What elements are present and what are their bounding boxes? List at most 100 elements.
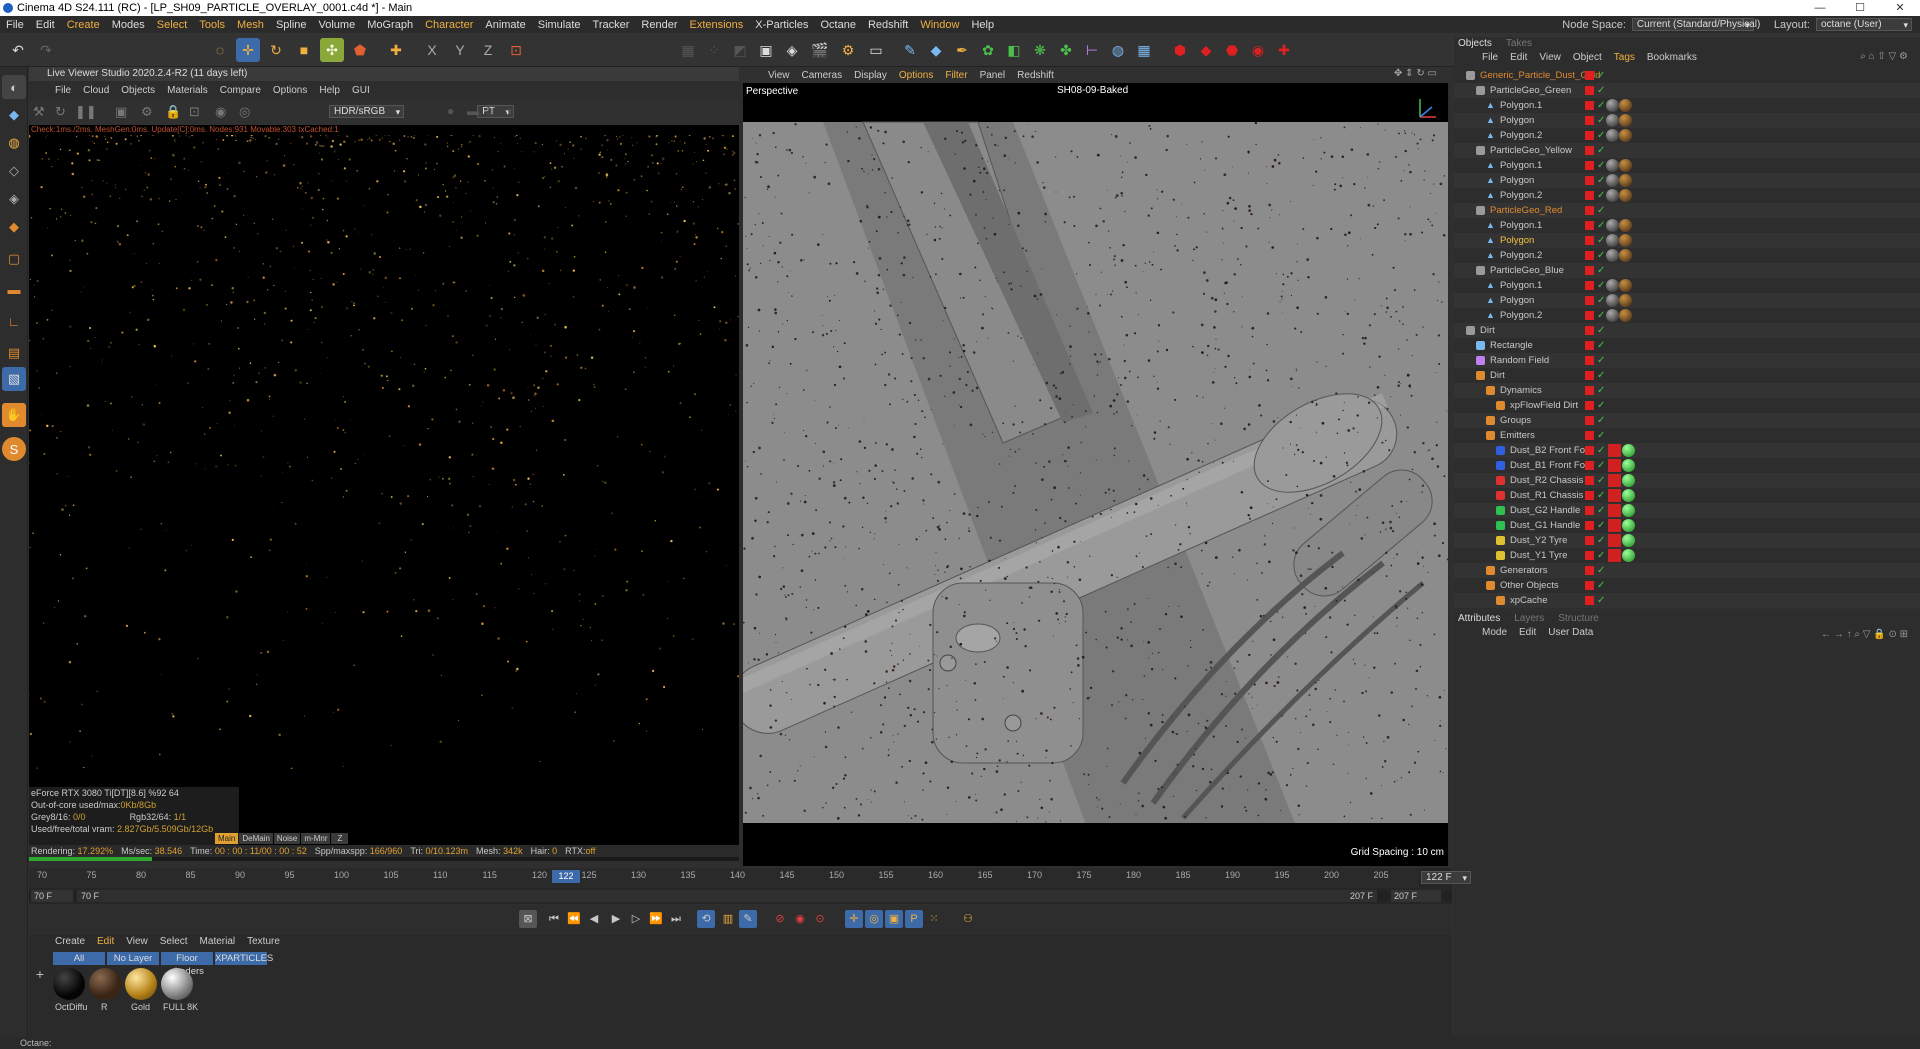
enabled-check-icon[interactable]: ✓ [1597, 458, 1605, 473]
vp-menu-filter[interactable]: Filter [939, 70, 973, 81]
menu-help[interactable]: Help [965, 19, 1000, 31]
enabled-check-icon[interactable]: ✓ [1597, 473, 1605, 488]
model-mode-icon[interactable]: ◆ [2, 103, 26, 127]
enabled-check-icon[interactable]: ✓ [1597, 563, 1605, 578]
layer-color-icon[interactable] [1585, 101, 1594, 110]
material-tag-icon[interactable] [1606, 249, 1619, 262]
object-tree-row[interactable]: xpCache ✓ [1454, 593, 1920, 608]
xp-tag-icon[interactable] [1608, 549, 1621, 562]
layer-color-icon[interactable] [1585, 521, 1594, 530]
xp-tag-icon[interactable] [1608, 474, 1621, 487]
model-mode-icon[interactable]: ▦ [676, 38, 700, 62]
next-frame-icon[interactable]: ▷ [627, 910, 645, 928]
menu-simulate[interactable]: Simulate [532, 19, 587, 31]
vp-menu-options[interactable]: Options [893, 70, 939, 81]
layer-color-icon[interactable] [1585, 566, 1594, 575]
tab-attributes[interactable]: Attributes [1458, 612, 1500, 625]
enabled-check-icon[interactable]: ✓ [1597, 338, 1605, 353]
enabled-check-icon[interactable]: ✓ [1597, 443, 1605, 458]
polygons-mode-icon[interactable]: ◆ [2, 215, 26, 239]
object-tree-row[interactable]: ParticleGeo_Blue ✓ [1454, 263, 1920, 278]
enabled-check-icon[interactable]: ✓ [1597, 143, 1605, 158]
layer-color-icon[interactable] [1585, 416, 1594, 425]
deformer-icon[interactable]: ⊢ [1080, 38, 1104, 62]
keyframe-icon[interactable]: ⊠ [519, 910, 537, 928]
make-editable-icon[interactable]: ◐ [2, 75, 26, 99]
material-tag-icon[interactable] [1619, 219, 1632, 232]
lv-menu-compare[interactable]: Compare [214, 85, 267, 96]
mat-menu-material[interactable]: Material [194, 936, 242, 947]
record-active-objects-icon[interactable]: ⊘ [771, 910, 789, 928]
object-tree-row[interactable]: ▲ Polygon.2 ✓ [1454, 128, 1920, 143]
material-tag-icon[interactable] [1619, 174, 1632, 187]
tab-takes[interactable]: Takes [1506, 37, 1532, 50]
aov-tab-z[interactable]: Z [331, 833, 349, 844]
points-mode-icon[interactable]: ⁘ [702, 38, 726, 62]
material-tag-icon[interactable] [1619, 309, 1632, 322]
object-tree-row[interactable]: ▲ Polygon ✓ [1454, 113, 1920, 128]
pause-render-icon[interactable]: ❚❚ [75, 104, 97, 120]
layer-color-icon[interactable] [1585, 401, 1594, 410]
enabled-check-icon[interactable]: ✓ [1597, 383, 1605, 398]
obj-menu-edit[interactable]: Edit [1504, 52, 1533, 63]
layer-color-icon[interactable] [1585, 146, 1594, 155]
lv-menu-objects[interactable]: Objects [115, 85, 161, 96]
obj-search-icon[interactable]: ⌕ ⌂ ⇧ ▽ ⚙ [1854, 51, 1914, 62]
coordinate-system-icon[interactable]: ✚ [384, 38, 408, 62]
lv-menu-options[interactable]: Options [267, 85, 313, 96]
undo-icon[interactable]: ↶ [6, 38, 30, 62]
render-to-picture-viewer-icon[interactable]: 🎬 [808, 38, 832, 62]
material-tag-icon[interactable] [1619, 294, 1632, 307]
layer-color-icon[interactable] [1585, 491, 1594, 500]
material-picker-icon[interactable]: ◉ [215, 104, 226, 120]
layer-color-icon[interactable] [1585, 86, 1594, 95]
save-image-icon[interactable]: ▬ [467, 104, 479, 118]
xp-tag-icon[interactable] [1608, 489, 1621, 502]
object-tree-row[interactable]: Dust_R1 Chassis ✓ [1454, 488, 1920, 503]
object-tree-row[interactable]: ParticleGeo_Green ✓ [1454, 83, 1920, 98]
render-region-icon[interactable]: ▣ [754, 38, 778, 62]
tab-layers[interactable]: Layers [1514, 612, 1544, 625]
enabled-check-icon[interactable]: ✓ [1597, 593, 1605, 608]
material-tag-icon[interactable] [1606, 174, 1619, 187]
cloner-icon[interactable]: ❋ [1028, 38, 1052, 62]
previous-frame-icon[interactable]: ◀ [585, 910, 603, 928]
play-icon[interactable]: ▶ [607, 910, 625, 928]
vp-menu-cameras[interactable]: Cameras [796, 70, 849, 81]
menu-mograph[interactable]: MoGraph [361, 19, 419, 31]
object-tree-row[interactable]: ▲ Polygon.1 ✓ [1454, 158, 1920, 173]
menu-x-particles[interactable]: X-Particles [749, 19, 814, 31]
object-tree-row[interactable]: ParticleGeo_Yellow ✓ [1454, 143, 1920, 158]
xp-modifier-tag-icon[interactable] [1622, 504, 1635, 517]
obj-menu-tags[interactable]: Tags [1608, 52, 1641, 63]
material-tag-icon[interactable] [1619, 99, 1632, 112]
layer-color-icon[interactable] [1585, 131, 1594, 140]
enabled-check-icon[interactable]: ✓ [1597, 83, 1605, 98]
lv-menu-gui[interactable]: GUI [346, 85, 376, 96]
aov-tab-noise[interactable]: Noise [273, 833, 301, 844]
layer-color-icon[interactable] [1585, 596, 1594, 605]
workplane-icon[interactable]: ▤ [2, 341, 26, 365]
soft-selection-icon[interactable]: ⬟ [348, 38, 372, 62]
mat-menu-view[interactable]: View [120, 936, 154, 947]
enabled-check-icon[interactable]: ✓ [1597, 293, 1605, 308]
menu-edit[interactable]: Edit [30, 19, 61, 31]
xp-generator-icon[interactable]: ⬣ [1220, 38, 1244, 62]
menu-tools[interactable]: Tools [193, 19, 231, 31]
menu-spline[interactable]: Spline [270, 19, 313, 31]
colorspace-dropdown[interactable]: HDR/sRGB [329, 105, 405, 118]
object-tree-row[interactable]: Dynamics ✓ [1454, 383, 1920, 398]
scale-key-icon[interactable]: ▣ [885, 910, 903, 928]
object-tree-row[interactable]: Other Objects ✓ [1454, 578, 1920, 593]
xp-modifier-tag-icon[interactable] [1622, 519, 1635, 532]
material-tag-icon[interactable] [1606, 129, 1619, 142]
layer-color-icon[interactable] [1585, 161, 1594, 170]
point-level-animation-icon[interactable]: ⁙ [925, 910, 943, 928]
subdivision-surface-icon[interactable]: ✿ [976, 38, 1000, 62]
xp-modifier-tag-icon[interactable] [1622, 459, 1635, 472]
next-key-icon[interactable]: ⏩ [647, 910, 665, 928]
menu-file[interactable]: File [0, 19, 30, 31]
layer-color-icon[interactable] [1585, 446, 1594, 455]
xp-tag-icon[interactable] [1608, 459, 1621, 472]
texture-mode-icon[interactable]: ◍ [2, 131, 26, 155]
